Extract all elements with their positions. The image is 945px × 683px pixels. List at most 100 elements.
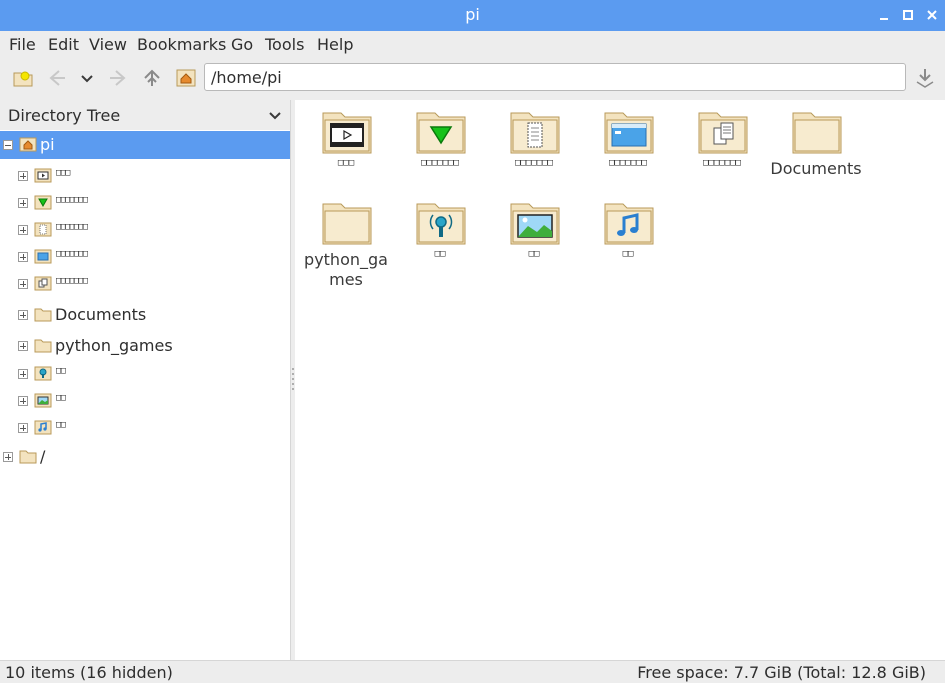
expand-icon[interactable] xyxy=(18,252,28,262)
tree-node-downloads[interactable]: □□□□□□□ xyxy=(0,189,290,217)
splitter-grip xyxy=(292,368,294,370)
collapse-icon[interactable] xyxy=(3,140,13,150)
file-item-pictures[interactable]: □□ xyxy=(488,193,580,283)
templates-folder-icon xyxy=(698,112,748,154)
document-folder-icon xyxy=(510,112,560,154)
folder-icon xyxy=(19,448,37,464)
menu-view[interactable]: View xyxy=(89,35,127,54)
expand-icon[interactable] xyxy=(18,198,28,208)
file-item-videos[interactable]: □□□ xyxy=(300,102,392,192)
file-item-label: □□□□□□□ xyxy=(515,158,553,168)
file-item-label: □□ xyxy=(434,249,446,259)
file-item-public[interactable]: □□ xyxy=(394,193,486,283)
tree-node-music[interactable]: □□ xyxy=(0,414,290,442)
file-item-label: □□□ xyxy=(337,158,355,168)
tree-node-root[interactable]: / xyxy=(0,443,290,471)
tree-node-label: □□□ xyxy=(56,168,70,178)
history-dropdown-icon[interactable] xyxy=(75,66,99,90)
menu-bookmarks[interactable]: Bookmarks xyxy=(137,35,226,54)
tree-node-templates[interactable]: □□□□□□□ xyxy=(0,270,290,298)
status-bar: 10 items (16 hidden) Free space: 7.7 GiB… xyxy=(0,660,945,683)
tree-node-label: □□□□□□□ xyxy=(56,222,88,232)
file-item-python-games[interactable]: python_games xyxy=(300,193,392,289)
tree-node-home[interactable]: pi xyxy=(0,131,290,159)
file-item-label: □□ xyxy=(622,249,634,259)
download-icon xyxy=(34,194,52,210)
forward-icon[interactable] xyxy=(106,66,130,90)
close-icon[interactable] xyxy=(924,7,940,23)
expand-icon[interactable] xyxy=(18,225,28,235)
file-item-music[interactable]: □□ xyxy=(582,193,674,283)
new-tab-icon[interactable] xyxy=(11,66,35,90)
folder-icon xyxy=(792,112,842,154)
side-pane: Directory Tree pi □□□ □□□□□□□ □□□□□□□ □□… xyxy=(0,100,291,660)
download-folder-icon xyxy=(416,112,466,154)
expand-icon[interactable] xyxy=(18,310,28,320)
music-folder-icon xyxy=(604,203,654,245)
video-icon xyxy=(34,167,52,183)
file-item-label: □□□□□□□ xyxy=(703,158,741,168)
picture-icon xyxy=(34,392,52,408)
file-item-label: Documents xyxy=(770,159,862,178)
side-pane-header[interactable]: Directory Tree xyxy=(0,100,290,130)
file-item-templates[interactable]: □□□□□□□ xyxy=(676,102,768,192)
path-input[interactable]: /home/pi xyxy=(204,63,906,91)
tree-node-documents-cjk[interactable]: □□□□□□□ xyxy=(0,216,290,244)
tree-node-label: python_games xyxy=(55,336,173,355)
menu-bar: File Edit View Bookmarks Go Tools Help xyxy=(0,31,945,58)
home-icon[interactable] xyxy=(174,66,198,90)
tree-node-label: pi xyxy=(40,135,55,154)
desktop-icon xyxy=(34,248,52,264)
splitter-grip xyxy=(292,388,294,390)
tree-node-pictures[interactable]: □□ xyxy=(0,387,290,415)
up-folder-icon[interactable] xyxy=(140,66,164,90)
tree-node-python-games[interactable]: python_games xyxy=(0,332,290,360)
tree-node-label: Documents xyxy=(55,305,147,324)
tree-node-documents[interactable]: Documents xyxy=(0,301,290,329)
file-item-documents-cjk[interactable]: □□□□□□□ xyxy=(488,102,580,192)
expand-icon[interactable] xyxy=(3,452,13,462)
file-view: □□□ □□□□□□□ □□□□□□□ □□□□□□□ □□□□□□□ Docu… xyxy=(295,100,945,660)
item-count: 10 items (16 hidden) xyxy=(5,663,173,682)
expand-icon[interactable] xyxy=(18,423,28,433)
splitter-grip xyxy=(292,378,294,380)
file-item-label: □□□□□□□ xyxy=(421,158,459,168)
file-item-label: python_games xyxy=(304,250,388,289)
menu-help[interactable]: Help xyxy=(317,35,353,54)
expand-icon[interactable] xyxy=(18,396,28,406)
podcast-folder-icon xyxy=(416,203,466,245)
document-icon xyxy=(34,221,52,237)
tree-node-label: □□ xyxy=(56,366,66,376)
expand-icon[interactable] xyxy=(18,341,28,351)
window-title: pi xyxy=(465,5,480,24)
chevron-down-icon[interactable] xyxy=(268,108,282,127)
picture-folder-icon xyxy=(510,203,560,245)
title-bar: pi xyxy=(0,0,945,31)
tree-node-desktop[interactable]: □□□□□□□ xyxy=(0,243,290,271)
expand-icon[interactable] xyxy=(18,171,28,181)
go-icon[interactable] xyxy=(913,66,937,90)
maximize-icon[interactable] xyxy=(900,7,916,23)
tree-node-label: □□ xyxy=(56,393,66,403)
file-item-downloads[interactable]: □□□□□□□ xyxy=(394,102,486,192)
menu-tools[interactable]: Tools xyxy=(265,35,304,54)
menu-edit[interactable]: Edit xyxy=(48,35,79,54)
tree-node-videos[interactable]: □□□ xyxy=(0,162,290,190)
tree-node-label: □□□□□□□ xyxy=(56,249,88,259)
music-icon xyxy=(34,419,52,435)
menu-file[interactable]: File xyxy=(9,35,36,54)
file-item-documents[interactable]: Documents xyxy=(770,102,862,192)
side-pane-mode-label: Directory Tree xyxy=(8,106,121,125)
file-item-desktop[interactable]: □□□□□□□ xyxy=(582,102,674,192)
menu-go[interactable]: Go xyxy=(231,35,253,54)
templates-icon xyxy=(34,275,52,291)
expand-icon[interactable] xyxy=(18,279,28,289)
tree-node-public[interactable]: □□ xyxy=(0,360,290,388)
expand-icon[interactable] xyxy=(18,369,28,379)
folder-icon xyxy=(34,337,52,353)
back-icon[interactable] xyxy=(45,66,69,90)
minimize-icon[interactable] xyxy=(876,7,892,23)
folder-icon xyxy=(322,203,372,245)
tree-node-label: □□□□□□□ xyxy=(56,276,88,286)
tree-node-label: / xyxy=(40,447,46,466)
